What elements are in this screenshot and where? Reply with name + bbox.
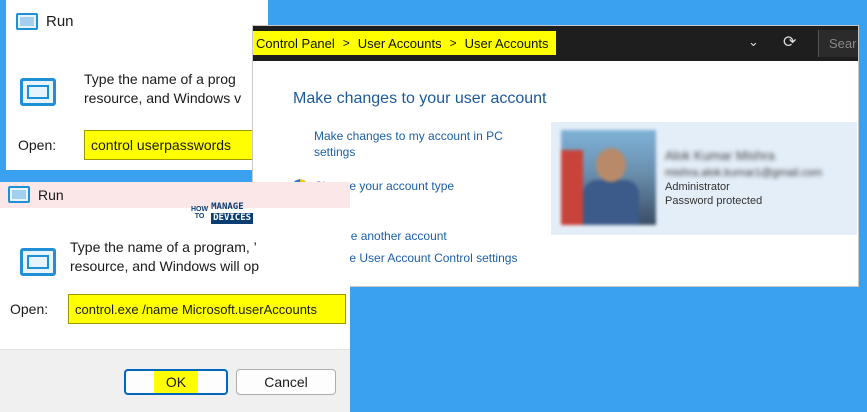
user-status: Password protected — [665, 195, 762, 207]
user-role: Administrator — [665, 181, 730, 193]
run-description: Type the name of a prog resource, and Wi… — [84, 70, 241, 108]
logo-manage-text: MANAGE — [211, 202, 244, 212]
cancel-button[interactable]: Cancel — [236, 369, 336, 395]
chevron-down-icon[interactable]: ⌄ — [748, 34, 759, 50]
user-status-text: Password protected — [665, 195, 763, 207]
run-program-icon — [20, 78, 56, 106]
run-program-icon — [20, 248, 56, 276]
change-account-link-line1[interactable]: Make changes to my account in PC — [314, 128, 503, 144]
run-description: Type the name of a program, ’ resource, … — [70, 238, 259, 276]
user-name-text: Alok Kumar Mishra — [665, 148, 775, 163]
run-app-icon — [16, 12, 38, 30]
refresh-icon[interactable]: ⟳ — [783, 32, 796, 52]
logo-how-text: HOW — [191, 206, 209, 213]
how-to-manage-devices-logo: HOW TO MANAGE DEVICES — [191, 202, 254, 224]
run-description-line2: resource, and Windows v — [84, 90, 242, 106]
change-account-link-line2[interactable]: settings — [314, 144, 503, 160]
breadcrumb-separator-icon: > — [449, 36, 457, 50]
run-dialog-top: Run Type the name of a prog resource, an… — [6, 0, 268, 170]
logo-manage-devices: MANAGE DEVICES — [211, 202, 254, 224]
breadcrumb-control-panel[interactable]: Control Panel — [256, 36, 335, 51]
logo-how-to: HOW TO — [191, 206, 208, 220]
search-input[interactable]: Sear — [818, 30, 858, 57]
logo-to-text: TO — [194, 213, 205, 220]
address-bar: Control Panel > User Accounts > User Acc… — [253, 26, 858, 61]
open-label: Open: — [10, 301, 49, 317]
open-input[interactable]: control userpasswords — [84, 130, 254, 160]
run-dialog-footer: OK Cancel — [0, 349, 350, 412]
run-app-icon — [8, 186, 30, 203]
run-dialog-title-bar: Run — [16, 10, 74, 32]
user-name: Alok Kumar Mishra — [665, 148, 775, 163]
run-dialog-title-bar: Run — [0, 182, 350, 208]
breadcrumb-user-accounts[interactable]: User Accounts — [358, 36, 442, 51]
user-account-card: Alok Kumar Mishra mishra.alok.kumar1@gma… — [551, 122, 857, 235]
breadcrumb[interactable]: Control Panel > User Accounts > User Acc… — [253, 31, 557, 55]
open-label: Open: — [18, 137, 57, 153]
breadcrumb-separator-icon: > — [342, 36, 350, 50]
run-dialog-bottom: Run Type the name of a program, ’ resour… — [0, 182, 350, 412]
page-title: Make changes to your user account — [293, 90, 547, 107]
run-dialog-title: Run — [38, 186, 64, 203]
breadcrumb-user-accounts-current[interactable]: User Accounts — [465, 36, 549, 51]
open-input[interactable]: control.exe /name Microsoft.userAccounts — [68, 294, 346, 324]
ok-button-label[interactable]: OK — [153, 371, 199, 393]
run-description-line1: Type the name of a prog — [84, 71, 236, 87]
ok-button[interactable]: OK — [124, 369, 228, 395]
user-role-text: Administrator — [665, 181, 730, 193]
avatar — [561, 130, 656, 225]
user-email: mishra.alok.kumar1@gmail.com — [665, 167, 823, 179]
run-dialog-title-group: Run — [8, 186, 64, 203]
run-description-line1: Type the name of a program, ’ — [70, 239, 257, 255]
run-dialog-title: Run — [46, 12, 74, 30]
run-description-line2: resource, and Windows will op — [70, 258, 260, 274]
change-account-link[interactable]: Make changes to my account in PC setting… — [314, 128, 503, 160]
logo-devices-text: DEVICES — [211, 213, 254, 224]
